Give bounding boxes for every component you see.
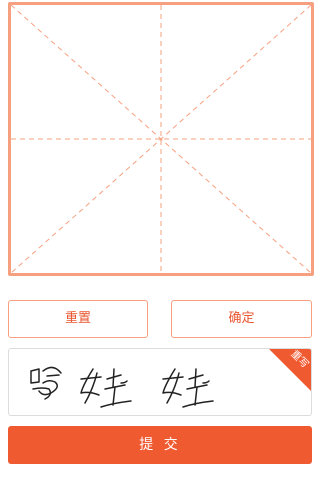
- confirm-button[interactable]: 确定: [171, 300, 312, 338]
- submit-button[interactable]: 提 交: [8, 426, 312, 464]
- handwritten-char-2: [80, 368, 132, 408]
- watermark: https://blog.csdn.net/xmucheng xue: [117, 463, 317, 476]
- writing-pad[interactable]: [8, 2, 314, 276]
- rewrite-badge[interactable]: 重写: [269, 349, 311, 391]
- handwritten-char-3: [162, 368, 214, 408]
- grid-guides: [11, 5, 311, 273]
- signature-preview: 重写: [8, 348, 312, 416]
- reset-button[interactable]: 重置: [8, 300, 148, 338]
- handwritten-char-1: [30, 366, 62, 400]
- handwriting-strokes: [30, 366, 214, 408]
